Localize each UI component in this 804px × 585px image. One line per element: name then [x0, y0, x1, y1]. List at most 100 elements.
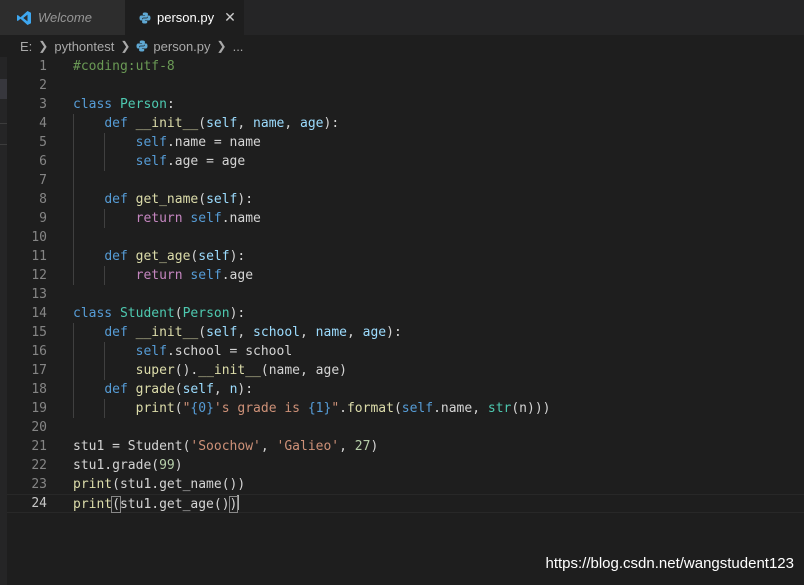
code-line[interactable]: 9 return self.name	[7, 209, 804, 228]
code-line[interactable]: 4 def __init__(self, name, age):	[7, 114, 804, 133]
code-text: stu1 = Student('Soochow', 'Galieo', 27)	[73, 437, 378, 456]
code-token: def	[104, 116, 128, 131]
code-token: .name = name	[166, 135, 261, 150]
breadcrumb-folder[interactable]: pythontest	[54, 39, 114, 54]
code-token: self	[135, 154, 167, 169]
code-editor[interactable]: 1 #coding:utf-8 2 3 class Person: 4 def __ini…	[7, 57, 804, 585]
code-line[interactable]: 15 def __init__(self, school, name, age)…	[7, 323, 804, 342]
code-token: 27	[354, 439, 371, 454]
strip-divider	[0, 123, 7, 124]
breadcrumb-drive[interactable]: E:	[20, 39, 32, 54]
code-token: class	[73, 97, 113, 112]
line-number: 23	[31, 477, 47, 492]
code-token: ):	[237, 192, 254, 207]
code-token: (	[111, 496, 121, 513]
code-token: __init__	[135, 325, 199, 340]
code-line[interactable]: 12 return self.age	[7, 266, 804, 285]
line-number: 4	[39, 116, 47, 131]
code-token: ):	[229, 306, 246, 321]
code-token: )	[228, 496, 239, 513]
line-number: 15	[31, 325, 47, 340]
code-token: def	[104, 382, 128, 397]
line-number: 11	[31, 249, 47, 264]
code-token: #coding:utf-8	[73, 59, 175, 74]
python-file-icon	[136, 40, 148, 52]
line-number: 17	[31, 363, 47, 378]
breadcrumb-file[interactable]: person.py	[153, 39, 210, 54]
line-number: 9	[39, 211, 47, 226]
code-line[interactable]: 24 print(stu1.get_age())	[7, 494, 804, 513]
line-number: 8	[39, 192, 47, 207]
code-line[interactable]: 6 self.age = age	[7, 152, 804, 171]
code-line[interactable]: 14 class Student(Person):	[7, 304, 804, 323]
code-text: print(stu1.get_age())	[73, 495, 240, 513]
code-token: name	[315, 325, 347, 340]
code-line[interactable]: 7	[7, 171, 804, 190]
line-number: 13	[31, 287, 47, 302]
code-token: def	[104, 325, 128, 340]
code-line[interactable]: 16 self.school = school	[7, 342, 804, 361]
code-token: (	[393, 401, 402, 416]
code-token: (	[174, 401, 183, 416]
code-line[interactable]: 20	[7, 418, 804, 437]
line-number: 21	[31, 439, 47, 454]
code-line[interactable]: 1 #coding:utf-8	[7, 57, 804, 76]
code-line[interactable]: 10	[7, 228, 804, 247]
line-number: 24	[31, 496, 47, 511]
code-line[interactable]: 23 print(stu1.get_name())	[7, 475, 804, 494]
line-number: 6	[39, 154, 47, 169]
code-token: get_name	[135, 192, 199, 207]
code-text: self.age = age	[73, 152, 246, 171]
tab-welcome[interactable]: Welcome	[0, 0, 125, 35]
breadcrumb-more[interactable]: ...	[233, 39, 244, 54]
close-icon[interactable]: ✕	[224, 9, 236, 26]
breadcrumb: E: ❯ pythontest ❯ person.py ❯ ...	[0, 35, 804, 57]
code-token: self	[401, 401, 434, 416]
code-token: format	[346, 401, 394, 416]
line-number: 5	[39, 135, 47, 150]
code-token: self	[135, 135, 167, 150]
code-line[interactable]: 8 def get_name(self):	[7, 190, 804, 209]
code-token: str	[487, 401, 512, 416]
code-token: Student	[119, 306, 175, 321]
tab-person-py[interactable]: person.py ✕	[125, 0, 244, 35]
code-line[interactable]: 19 print("{0}'s grade is {1}".format(sel…	[7, 399, 804, 418]
indent-guide	[73, 323, 74, 418]
tab-bar: Welcome person.py ✕	[0, 0, 804, 35]
code-line[interactable]: 13	[7, 285, 804, 304]
code-line[interactable]: 2	[7, 76, 804, 95]
code-token: print	[73, 497, 113, 512]
code-text: def __init__(self, name, age):	[73, 114, 339, 133]
activity-strip	[0, 57, 7, 585]
code-text: def __init__(self, school, name, age):	[73, 323, 401, 342]
code-token: ):	[229, 249, 246, 264]
code-token: self	[135, 344, 167, 359]
code-token: stu1 = Student(	[73, 439, 191, 454]
line-number: 1	[39, 59, 47, 74]
code-line[interactable]: 21 stu1 = Student('Soochow', 'Galieo', 27…	[7, 437, 804, 456]
code-text: self.name = name	[73, 133, 261, 152]
code-token: __init__	[198, 363, 261, 378]
code-line[interactable]: 3 class Person:	[7, 95, 804, 114]
code-line[interactable]: 22 stu1.grade(99)	[7, 456, 804, 475]
code-token: )	[370, 439, 379, 454]
code-token: super	[135, 363, 175, 378]
code-line[interactable]: 17 super().__init__(name, age)	[7, 361, 804, 380]
code-line[interactable]: 11 def get_age(self):	[7, 247, 804, 266]
code-token: self	[206, 192, 238, 207]
code-token: 99	[159, 458, 175, 473]
code-token: print	[73, 477, 113, 492]
code-token: get_age	[135, 249, 191, 264]
code-text: class Student(Person):	[73, 304, 245, 323]
code-line[interactable]: 5 self.name = name	[7, 133, 804, 152]
code-token: (	[174, 306, 183, 321]
code-token: :	[166, 97, 175, 112]
code-line[interactable]: 18 def grade(self, n):	[7, 380, 804, 399]
text-cursor	[237, 495, 240, 510]
chevron-right-icon: ❯	[216, 39, 227, 53]
line-number: 12	[31, 268, 47, 283]
